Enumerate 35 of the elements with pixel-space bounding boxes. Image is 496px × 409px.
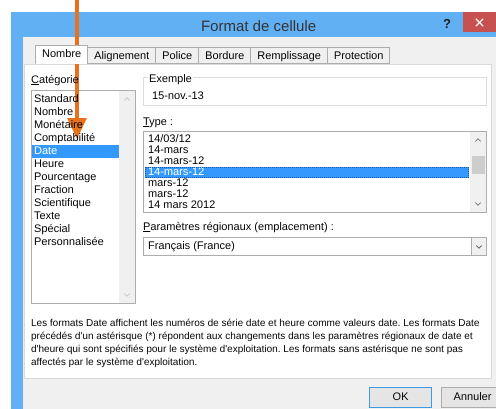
sample-value: 15-nov.-13: [152, 89, 204, 104]
tab[interactable]: Alignement: [87, 47, 156, 64]
category-item[interactable]: Fraction: [32, 184, 74, 196]
description-text: Les formats Date affichent les numéros de série date et heure comme valeurs date. Les formats Date précédés d'un astérisque (*) répondent aux changements dans les paramètres régionaux de date et d'heure qui sont spécifiés pour le système d'exploitation. Les formats sans astérisque ne sont pas affectés par le système d'exploitation.: [31, 317, 480, 369]
ok-button[interactable]: OK: [369, 387, 432, 408]
tab[interactable]: Bordure: [198, 47, 252, 64]
type-item[interactable]: mars-12: [145, 188, 469, 200]
type-label: Type :: [143, 115, 174, 130]
type-item[interactable]: mars-12: [145, 178, 469, 188]
close-icon: [473, 16, 486, 28]
tab[interactable]: Police: [155, 47, 200, 64]
category-item[interactable]: Nombre: [32, 106, 74, 118]
window-title: Format de cellule: [201, 17, 316, 37]
category-item[interactable]: Comptabilité: [32, 132, 96, 144]
close-button[interactable]: [463, 12, 496, 32]
category-item[interactable]: Heure: [32, 158, 64, 170]
scroll-thumb[interactable]: [472, 156, 484, 174]
category-item[interactable]: Spécial: [32, 222, 70, 236]
type-item[interactable]: 14/03/12: [145, 134, 469, 144]
category-item[interactable]: Texte: [32, 210, 60, 222]
scrollbar[interactable]: [470, 132, 486, 212]
cancel-button[interactable]: Annuler: [441, 387, 496, 408]
tab[interactable]: Protection: [326, 47, 390, 64]
help-button[interactable]: ?: [443, 14, 451, 34]
category-item[interactable]: Personnalisée: [32, 236, 104, 248]
tab[interactable]: Remplissage: [250, 47, 328, 64]
category-item[interactable]: Pourcentage: [32, 170, 96, 184]
type-item[interactable]: 14-mars: [145, 144, 469, 156]
locale-label: Paramètres régionaux (emplacement) :: [143, 220, 335, 234]
tab[interactable]: Nombre: [35, 45, 88, 64]
sample-label: Exemple: [148, 71, 193, 88]
category-item[interactable]: Scientifique: [32, 196, 91, 210]
locale-dropdown[interactable]: Français (France): [143, 237, 487, 256]
type-item[interactable]: 14 mars 2012: [145, 200, 469, 210]
type-item[interactable]: 14-mars-12: [145, 156, 469, 166]
